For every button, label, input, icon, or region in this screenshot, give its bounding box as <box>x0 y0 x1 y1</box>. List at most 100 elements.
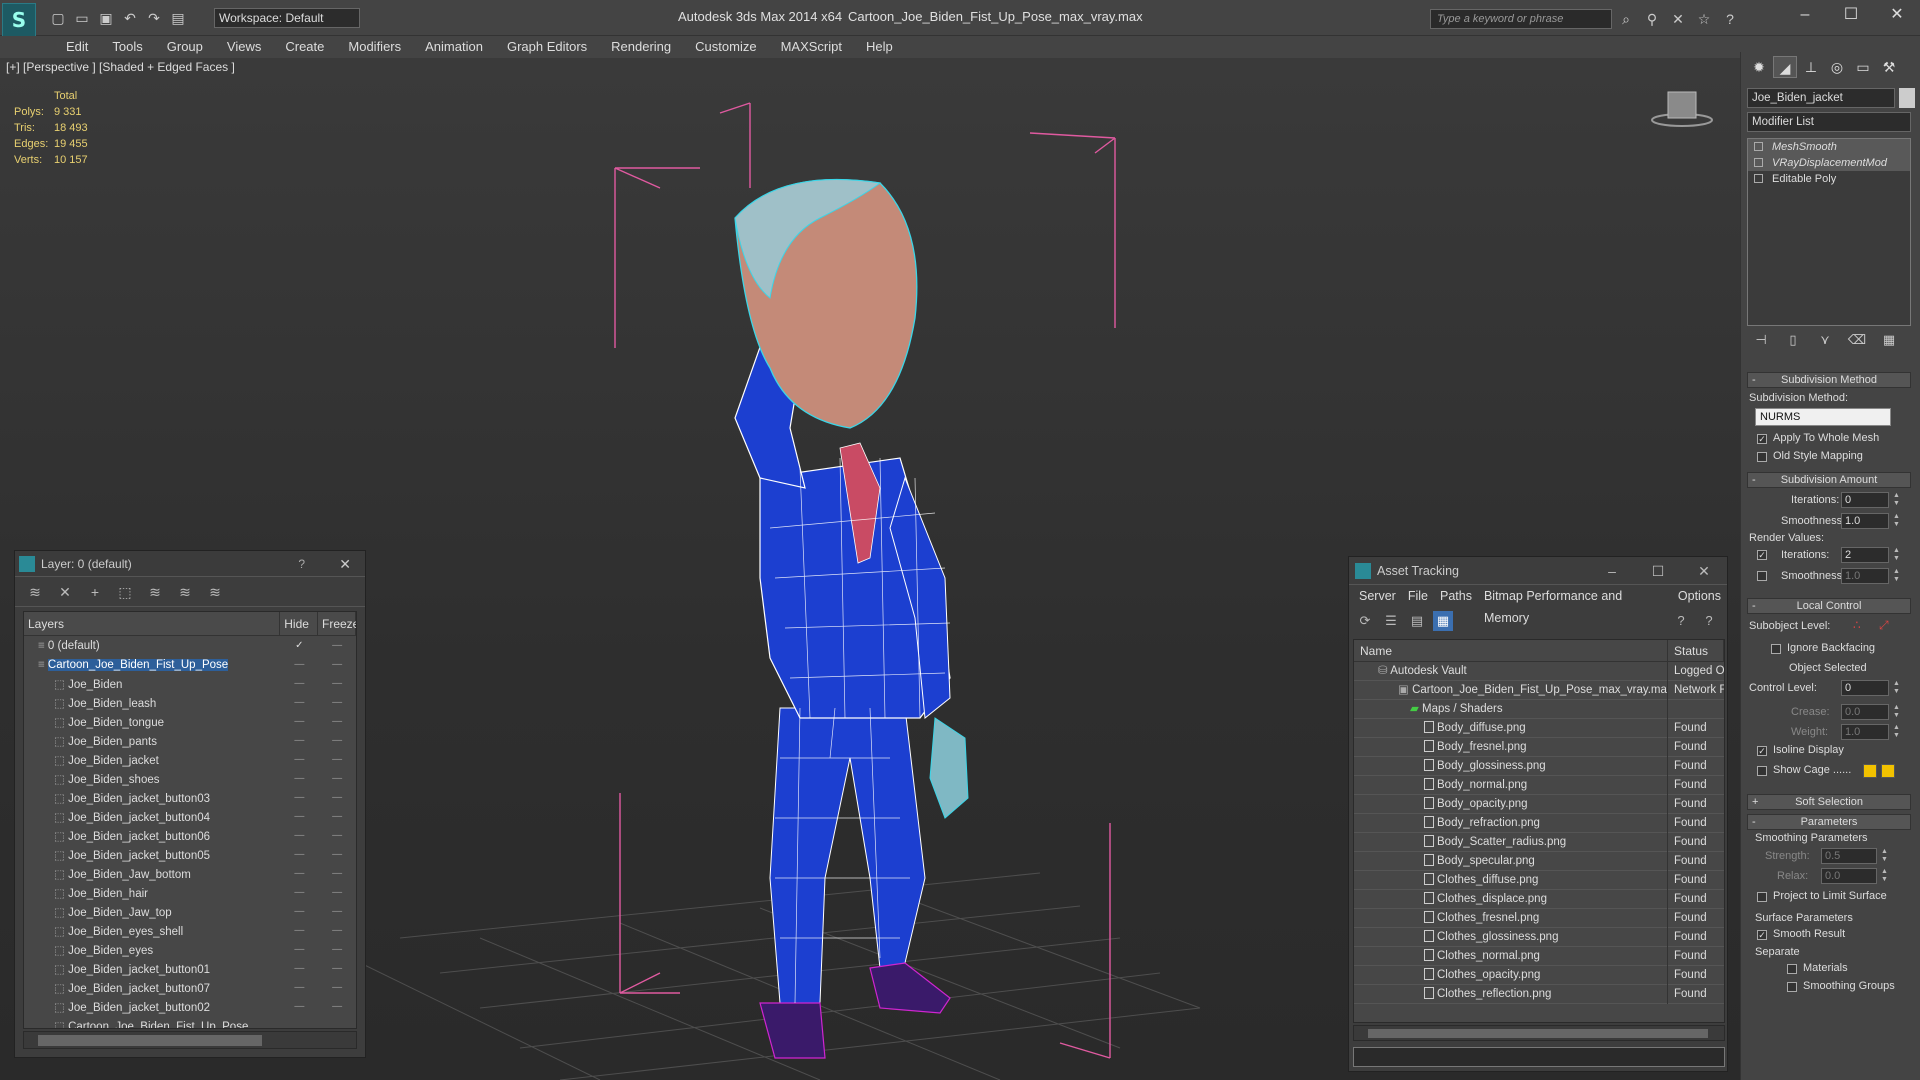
column-name[interactable]: Name <box>1354 640 1668 661</box>
refresh-icon[interactable]: ⟳ <box>1355 611 1375 631</box>
spinner-arrows-icon[interactable]: ▲ ▼ <box>1893 547 1901 563</box>
menu-views[interactable]: Views <box>215 36 273 58</box>
layer-hide-toggle[interactable]: — <box>281 982 319 993</box>
layer-row[interactable]: ⬚ Joe_Biden_eyes_shell — — <box>24 921 356 940</box>
highlight-layer-icon[interactable]: ≋ <box>145 583 165 601</box>
at-menu-bitmap[interactable]: Bitmap Performance and Memory <box>1478 585 1672 625</box>
asset-row[interactable]: ▰ Maps / Shaders <box>1354 699 1724 719</box>
delete-layer-icon[interactable]: ✕ <box>55 583 75 601</box>
layer-row[interactable]: ⬚ Joe_Biden_jacket_button02 — — <box>24 997 356 1016</box>
render-iterations-checkbox[interactable]: ✓ <box>1757 550 1767 560</box>
subdivision-method-select[interactable]: NURMS <box>1755 408 1891 426</box>
viewcube[interactable] <box>1650 88 1714 128</box>
menu-help[interactable]: Help <box>854 36 905 58</box>
layer-hide-toggle[interactable]: — <box>281 906 319 917</box>
layer-hide-toggle[interactable]: — <box>281 716 319 727</box>
layer-hide-toggle[interactable]: — <box>281 868 319 879</box>
layer-freeze-toggle[interactable]: — <box>318 906 356 917</box>
new-file-icon[interactable]: ▢ <box>48 8 68 28</box>
strength-spinner[interactable]: 0.5 <box>1821 848 1877 864</box>
layer-freeze-toggle[interactable]: — <box>318 944 356 955</box>
layer-freeze-toggle[interactable]: — <box>318 1001 356 1012</box>
layer-hide-toggle[interactable]: — <box>281 735 319 746</box>
rollout-subdivision-method[interactable]: - Subdivision Method <box>1747 372 1911 388</box>
menu-create[interactable]: Create <box>273 36 336 58</box>
hold-icon[interactable]: ▤ <box>168 8 188 28</box>
at-menu-options[interactable]: Options <box>1672 585 1727 607</box>
render-smoothness-checkbox[interactable] <box>1757 571 1767 581</box>
spinner-arrows-icon[interactable]: ▲ ▼ <box>1893 724 1901 740</box>
asset-row[interactable]: Clothes_opacity.png Found <box>1354 965 1724 985</box>
close-icon[interactable]: ✕ <box>1681 557 1727 585</box>
help-icon[interactable]: ? <box>298 551 305 577</box>
layer-row[interactable]: ≡ 0 (default) ✓ — <box>24 636 356 655</box>
help-icon[interactable]: ? <box>1720 9 1740 29</box>
layer-row[interactable]: ⬚ Joe_Biden_jacket — — <box>24 750 356 769</box>
display-tab-icon[interactable]: ▭ <box>1851 56 1875 78</box>
spinner-arrows-icon[interactable]: ▲ ▼ <box>1893 704 1901 720</box>
minimize-button[interactable]: – <box>1782 0 1828 30</box>
layer-hide-toggle[interactable]: — <box>281 887 319 898</box>
layer-horizontal-scrollbar[interactable] <box>23 1031 357 1049</box>
menu-graph-editors[interactable]: Graph Editors <box>495 36 599 58</box>
layer-row[interactable]: ⬚ Cartoon_Joe_Biden_Fist_Up_Pose <box>24 1016 356 1029</box>
layer-row[interactable]: ⬚ Joe_Biden_shoes — — <box>24 769 356 788</box>
layer-freeze-toggle[interactable]: — <box>318 659 356 670</box>
layer-row[interactable]: ⬚ Joe_Biden_Jaw_bottom — — <box>24 864 356 883</box>
layer-row[interactable]: ⬚ Joe_Biden_pants — — <box>24 731 356 750</box>
hide-all-icon[interactable]: ≋ <box>175 583 195 601</box>
layer-hide-toggle[interactable]: — <box>281 678 319 689</box>
layer-freeze-toggle[interactable]: — <box>318 830 356 841</box>
materials-checkbox[interactable] <box>1787 964 1797 974</box>
add-layer-icon[interactable]: + <box>85 583 105 601</box>
menu-group[interactable]: Group <box>155 36 215 58</box>
column-freeze[interactable]: Freeze <box>318 612 356 635</box>
menu-rendering[interactable]: Rendering <box>599 36 683 58</box>
asset-row[interactable]: Clothes_normal.png Found <box>1354 946 1724 966</box>
maximize-icon[interactable]: ☐ <box>1635 557 1681 585</box>
at-menu-file[interactable]: File <box>1402 585 1434 607</box>
motion-tab-icon[interactable]: ◎ <box>1825 56 1849 78</box>
menu-animation[interactable]: Animation <box>413 36 495 58</box>
column-layers[interactable]: Layers <box>24 612 281 635</box>
subobject-edge-icon[interactable]: ⤢ <box>1879 618 1889 633</box>
subobject-vertex-icon[interactable]: ∴ <box>1853 618 1861 632</box>
hierarchy-tab-icon[interactable]: ⊥ <box>1799 56 1823 78</box>
select-objects-icon[interactable]: ⬚ <box>115 583 135 601</box>
layer-freeze-toggle[interactable]: — <box>318 716 356 727</box>
asset-status-field[interactable] <box>1353 1047 1725 1067</box>
rollout-subdivision-amount[interactable]: - Subdivision Amount <box>1747 472 1911 488</box>
iterations-spinner[interactable]: 0 <box>1841 492 1889 508</box>
layer-freeze-toggle[interactable]: — <box>318 811 356 822</box>
undo-icon[interactable]: ↶ <box>120 8 140 28</box>
stack-item-vraydisplacement[interactable]: VRayDisplacementMod <box>1748 155 1910 171</box>
tree-view-icon[interactable]: ▤ <box>1407 611 1427 631</box>
asset-row[interactable]: ▣ Cartoon_Joe_Biden_Fist_Up_Pose_max_vra… <box>1354 680 1724 700</box>
at-menu-server[interactable]: Server <box>1353 585 1402 607</box>
asset-row[interactable]: Body_Scatter_radius.png Found <box>1354 832 1724 852</box>
layer-hide-toggle[interactable]: — <box>281 830 319 841</box>
render-iterations-spinner[interactable]: 2 <box>1841 547 1889 563</box>
asset-row[interactable]: Body_fresnel.png Found <box>1354 737 1724 757</box>
close-button[interactable]: ✕ <box>1874 0 1920 30</box>
save-icon[interactable]: ▣ <box>96 8 116 28</box>
old-style-mapping-checkbox[interactable] <box>1757 452 1767 462</box>
layer-freeze-toggle[interactable]: — <box>318 982 356 993</box>
create-tab-icon[interactable]: ✹ <box>1747 56 1771 78</box>
search-input[interactable]: Type a keyword or phrase <box>1430 9 1612 29</box>
control-level-spinner[interactable]: 0 <box>1841 680 1889 696</box>
layer-hide-toggle[interactable]: — <box>281 963 319 974</box>
redo-icon[interactable]: ↷ <box>144 8 164 28</box>
layer-freeze-toggle[interactable]: — <box>318 868 356 879</box>
asset-tracking-titlebar[interactable]: Asset Tracking – ☐ ✕ <box>1349 557 1727 585</box>
spinner-arrows-icon[interactable]: ▲ ▼ <box>1881 868 1889 884</box>
layer-freeze-toggle[interactable]: — <box>318 963 356 974</box>
relax-spinner[interactable]: 0.0 <box>1821 868 1877 884</box>
layer-row[interactable]: ⬚ Joe_Biden_jacket_button05 — — <box>24 845 356 864</box>
asset-horizontal-scrollbar[interactable] <box>1353 1025 1725 1041</box>
app-logo-button[interactable]: S <box>2 3 36 37</box>
close-icon[interactable]: ✕ <box>339 551 351 577</box>
menu-maxscript[interactable]: MAXScript <box>769 36 854 58</box>
asset-row[interactable]: Clothes_displace.png Found <box>1354 889 1724 909</box>
smoothing-groups-checkbox[interactable] <box>1787 982 1797 992</box>
